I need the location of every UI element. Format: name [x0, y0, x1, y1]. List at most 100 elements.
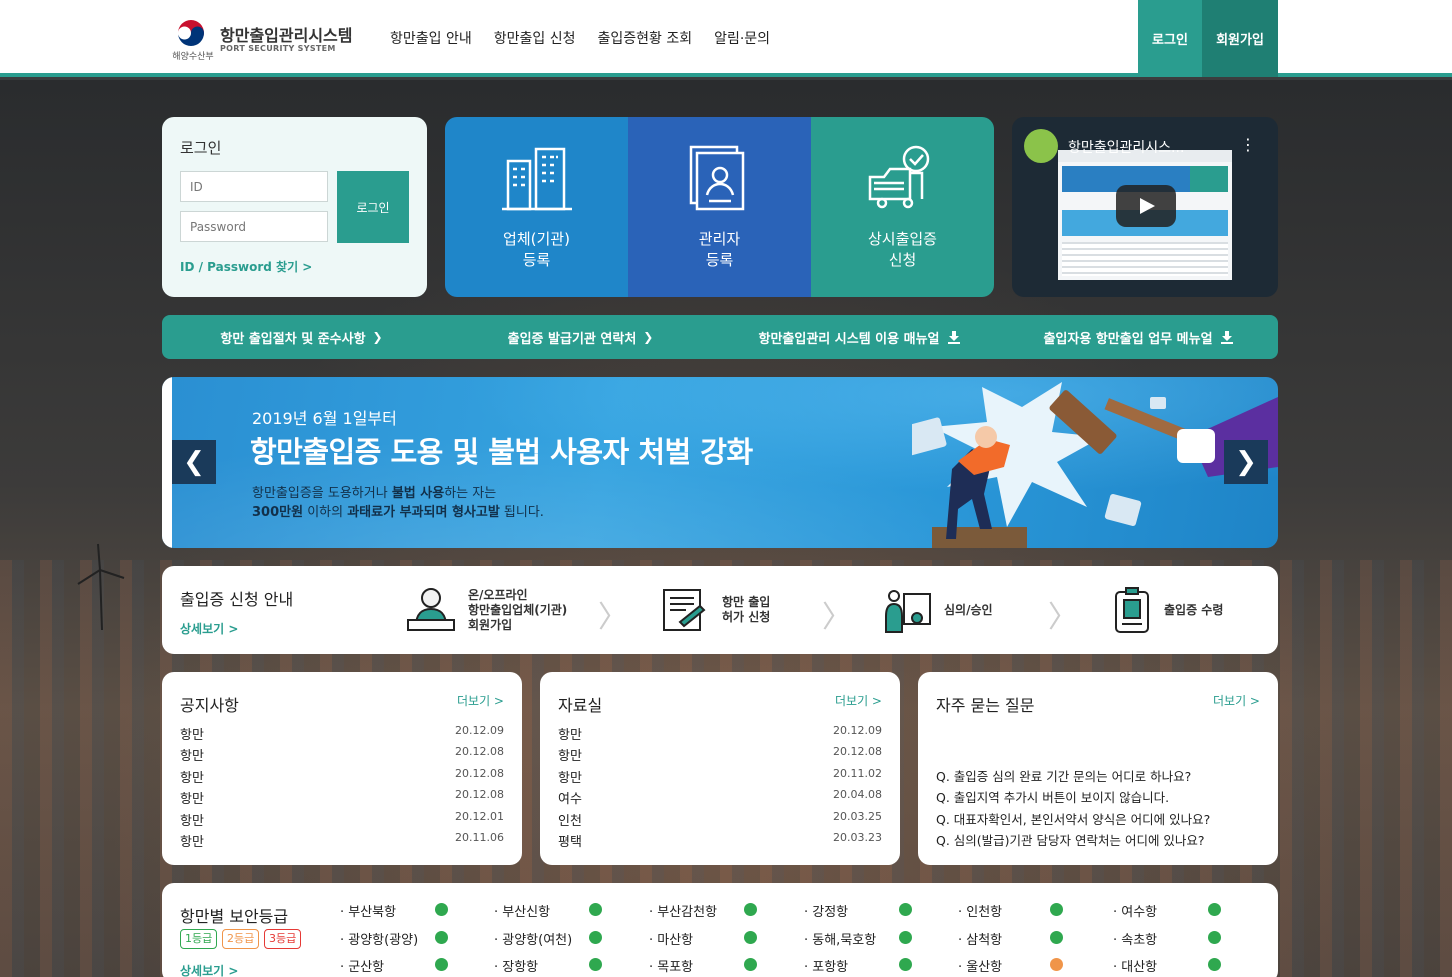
login-submit-button[interactable]: 로그인 [337, 171, 409, 243]
item-title: 항만 [180, 834, 204, 850]
board-title: 공지사항 [180, 696, 239, 715]
status-dot-icon [435, 903, 448, 916]
step-text: 심의/승인 [944, 602, 993, 617]
channel-avatar[interactable] [1024, 129, 1058, 163]
carousel-prev-button[interactable]: ❮ [172, 440, 216, 484]
play-button[interactable] [1116, 185, 1176, 227]
status-dot-icon [744, 931, 757, 944]
item-date: 20.12.09 [833, 724, 882, 737]
list-item[interactable]: 인천 20.03.25 [558, 810, 882, 831]
faq-item[interactable]: Q. 대표자확인서, 본인서약서 양식은 어디에 있나요? [936, 809, 1260, 830]
port-security-item: · 부산신항 [494, 901, 644, 921]
more-options-icon[interactable]: ⋮ [1240, 135, 1256, 154]
notice-board: 공지사항 더보기 > 항만 20.12.09 항만 20.12.08 항만 20.12… [162, 672, 522, 865]
list-item[interactable]: 항만 20.11.02 [558, 767, 882, 788]
person-at-desk-icon [407, 588, 455, 631]
status-dot-icon [1050, 903, 1063, 916]
chevron-right-icon: 〉 [598, 600, 628, 635]
guide-video-player[interactable]: 항만출입관리시스... ⋮ [1012, 117, 1278, 297]
system-manual-download[interactable]: 항만출입관리 시스템 이용 매뉴얼 [720, 315, 999, 359]
quick-link-label: 출입증 발급기관 연락처 [507, 331, 637, 347]
status-dot-icon [589, 958, 602, 971]
company-register-tile[interactable]: 업체(기관) 등록 [445, 117, 628, 297]
item-title: 항만 [180, 728, 204, 743]
list-item[interactable]: 항만 20.12.08 [180, 788, 504, 809]
list-item[interactable]: 항만 20.12.08 [558, 745, 882, 766]
port-name: · 삼척항 [958, 933, 1003, 948]
quick-link-label: 항만 출입절차 및 준수사항 [220, 331, 366, 347]
notice-more-link[interactable]: 더보기 > [457, 692, 504, 709]
status-dot-icon [589, 931, 602, 944]
port-security-item: · 속초항 [1113, 929, 1263, 949]
quick-link-label: 항만출입관리 시스템 이용 매뉴얼 [758, 331, 940, 347]
port-name: · 부산신항 [494, 905, 551, 920]
access-procedure-link[interactable]: 항만 출입절차 및 준수사항 ❯ [162, 315, 441, 359]
list-item[interactable]: 항만 20.12.09 [180, 724, 504, 745]
faq-item[interactable]: Q. 출입지역 추가시 버튼이 보이지 않습니다. [936, 787, 1260, 808]
list-item[interactable]: 여수 20.04.08 [558, 788, 882, 809]
nav-port-access-guide[interactable]: 항만출입 안내 [390, 28, 472, 48]
password-input[interactable] [180, 211, 328, 242]
list-item[interactable]: 항만 20.11.06 [180, 831, 504, 852]
tile-label: 등록 [705, 251, 734, 269]
header-login-button[interactable]: 로그인 [1138, 0, 1202, 77]
security-detail-link[interactable]: 상세보기 > [180, 962, 238, 977]
port-name: · 군산항 [340, 960, 385, 975]
port-security-item: · 목포항 [649, 956, 799, 976]
nav-pass-status[interactable]: 출입증현황 조회 [597, 28, 692, 48]
port-name: · 여수항 [1113, 905, 1158, 920]
banner-date: 2019년 6월 1일부터 [252, 409, 397, 428]
item-title: 항만 [180, 792, 204, 808]
archive-board: 자료실 더보기 > 항만 20.12.09 항만 20.12.08 항만 20.11.… [540, 672, 900, 865]
port-security-item: · 부산감천항 [649, 901, 799, 921]
port-security-item: · 인천항 [958, 901, 1108, 921]
video-title[interactable]: 항만출입관리시스... [1068, 137, 1184, 157]
find-id-password-link[interactable]: ID / Password 찾기 > [180, 258, 312, 275]
nav-port-access-apply[interactable]: 항만출입 신청 [494, 28, 576, 48]
port-security-item: · 여수항 [1113, 901, 1263, 921]
item-date: 20.12.08 [833, 745, 882, 759]
step-text: 회원가입 [468, 617, 513, 632]
banner-text: 하는 자는 [444, 486, 497, 501]
item-title: 항만 [558, 770, 582, 786]
visitor-manual-download[interactable]: 출입자용 항만출입 업무 메뉴얼 [999, 315, 1278, 359]
site-logo[interactable]: 해양수산부 항만출입관리시스템 PORT SECURITY SYSTEM [172, 16, 362, 64]
nav-notice-inquiry[interactable]: 알림·문의 [714, 28, 770, 48]
banner-text-bold: 300만원 [252, 505, 304, 520]
faq-item[interactable]: Q. 출입증 심의 완료 기간 문의는 어디로 하나요? [936, 766, 1260, 787]
list-item[interactable]: 평택 20.03.23 [558, 831, 882, 852]
guide-detail-link[interactable]: 상세보기 > [180, 620, 238, 637]
step-text: 온/오프라인 [468, 587, 528, 602]
manager-register-tile[interactable]: 관리자 등록 [628, 117, 811, 297]
truck-check-icon [868, 145, 929, 209]
step-text: 항만 출입 [722, 595, 771, 609]
board-title: 자료실 [558, 696, 603, 715]
item-date: 20.12.08 [455, 766, 504, 780]
header-join-button[interactable]: 회원가입 [1202, 0, 1278, 77]
list-item[interactable]: 항만 20.12.09 [558, 724, 882, 745]
pass-application-guide: 출입증 신청 안내 상세보기 > 온/오프라인 항만출입업체(기관) 회원가입 〉 … [162, 566, 1278, 654]
id-badge-icon [1115, 587, 1149, 633]
faq-item[interactable]: Q. 심의(발급)기관 담당자 연락처는 어디에 있나요? [936, 830, 1260, 851]
banner-text-bold: 과태료가 부과되며 형사고발 [347, 505, 500, 520]
list-item[interactable]: 항만 20.12.01 [180, 810, 504, 831]
list-item[interactable]: 항만 20.12.08 [180, 745, 504, 766]
step-member-join: 온/오프라인 항만출입업체(기관) 회원가입 [406, 583, 567, 637]
login-title: 로그인 [180, 139, 222, 157]
ministry-name: 해양수산부 [172, 52, 214, 62]
port-security-item: · 울산항 [958, 956, 1108, 976]
item-title: 항만 [558, 749, 582, 765]
list-item[interactable]: 항만 20.12.08 [180, 767, 504, 788]
status-dot-icon [744, 958, 757, 971]
item-title: 항만 [558, 728, 582, 743]
archive-more-link[interactable]: 더보기 > [835, 692, 882, 709]
permanent-pass-apply-tile[interactable]: 상시출입증 신청 [811, 117, 994, 297]
item-title: 인천 [558, 813, 582, 829]
tile-label: 신청 [888, 251, 917, 269]
carousel-next-button[interactable]: ❯ [1224, 440, 1268, 484]
item-date: 20.03.23 [833, 830, 882, 844]
id-input[interactable] [180, 171, 328, 202]
issuer-contacts-link[interactable]: 출입증 발급기관 연락처 ❯ [441, 315, 720, 359]
port-security-item: · 대산항 [1113, 956, 1263, 976]
faq-more-link[interactable]: 더보기 > [1213, 692, 1260, 709]
